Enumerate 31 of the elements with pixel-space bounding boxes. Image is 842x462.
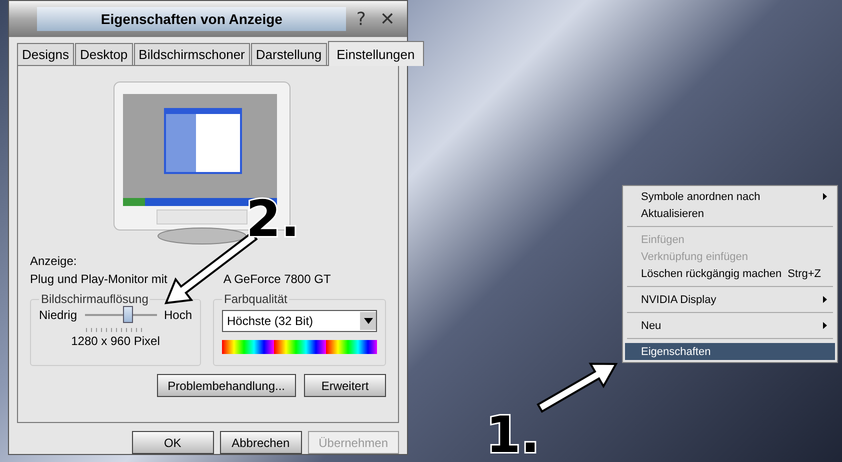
menu-item[interactable]: Eigenschaften bbox=[625, 343, 835, 360]
annotation-number: 1. bbox=[486, 410, 540, 460]
group-legend: Farbqualität bbox=[222, 292, 290, 306]
tab[interactable]: Darstellung bbox=[250, 43, 327, 65]
group-legend: Bildschirmauflösung bbox=[39, 292, 150, 306]
menu-item[interactable]: Neu bbox=[625, 317, 835, 334]
display-name-text: A GeForce 7800 GT bbox=[223, 272, 331, 286]
menu-item[interactable]: Aktualisieren bbox=[625, 205, 835, 222]
color-quality-dropdown[interactable]: Höchste (32 Bit) bbox=[222, 310, 377, 332]
dialog-button[interactable]: Abbrechen bbox=[220, 431, 302, 454]
help-button[interactable]: ? bbox=[352, 8, 370, 30]
tab[interactable]: Designs bbox=[17, 43, 74, 65]
close-button[interactable]: ✕ bbox=[376, 8, 399, 30]
dialog-button[interactable]: OK bbox=[132, 431, 214, 454]
slider-high-label: Hoch bbox=[164, 308, 192, 322]
caret-icon bbox=[364, 318, 372, 324]
window-title: Eigenschaften von Anzeige bbox=[37, 7, 346, 31]
tab[interactable]: Desktop bbox=[74, 43, 133, 65]
tab[interactable]: Bildschirmschoner bbox=[134, 43, 250, 65]
tab[interactable]: Einstellungen bbox=[328, 41, 424, 66]
menu-item[interactable]: Symbole anordnen nach bbox=[625, 188, 835, 205]
resolution-reading: 1280 x 960 Pixel bbox=[70, 334, 161, 348]
menu-item[interactable]: Löschen rückgängig machen Strg+Z bbox=[625, 265, 835, 282]
slider-low-label: Niedrig bbox=[39, 308, 78, 322]
annotation-number: 2. bbox=[246, 194, 300, 244]
display-label: Anzeige: bbox=[30, 254, 78, 268]
display-name-text: Plug und Play-Monitor mit bbox=[30, 272, 168, 286]
menu-item[interactable]: NVIDIA Display bbox=[625, 291, 835, 308]
dialog-button[interactable]: Problembehandlung... bbox=[156, 374, 296, 397]
slider-thumb[interactable] bbox=[122, 306, 133, 323]
dialog-button[interactable]: Erweitert bbox=[304, 374, 386, 397]
